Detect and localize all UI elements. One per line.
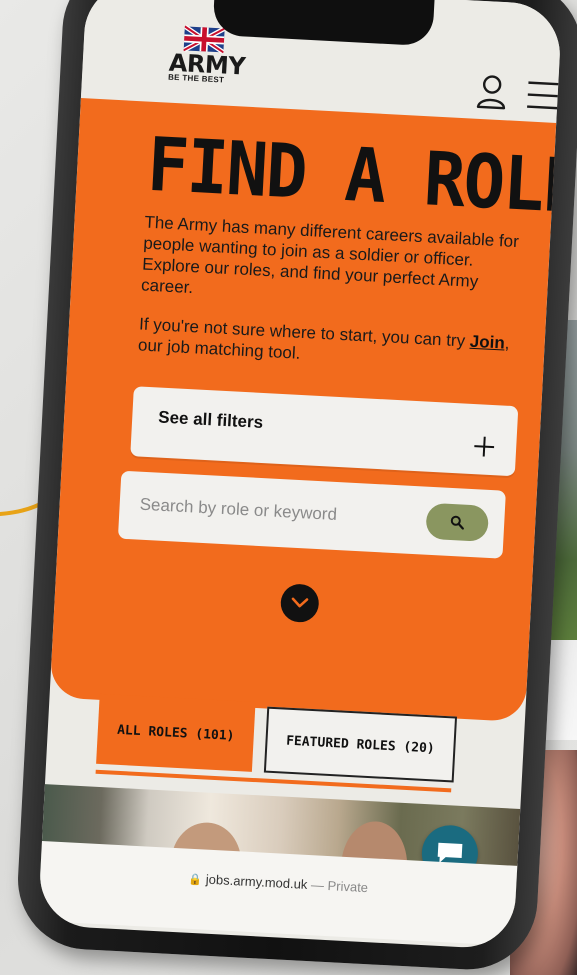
see-all-filters-button[interactable]: See all filters (130, 386, 519, 477)
plus-icon (474, 436, 495, 457)
search-bar (117, 470, 506, 559)
role-tabs: ALL ROLES (101) FEATURED ROLES (20) (95, 693, 479, 804)
url-display: 🔒 jobs.army.mod.uk — Private (188, 871, 369, 895)
account-icon[interactable] (475, 73, 509, 111)
scroll-down-button[interactable] (279, 583, 320, 624)
search-input[interactable] (138, 489, 411, 534)
phone-screen: ARMY BE THE BEST FIND A ROLE The Army ha… (37, 0, 563, 950)
hamburger-menu-icon[interactable] (527, 79, 563, 111)
filters-label: See all filters (157, 407, 264, 432)
tab-featured-roles[interactable]: FEATURED ROLES (20) (263, 706, 458, 783)
url-domain: jobs.army.mod.uk (205, 871, 308, 892)
hero-join-text: If you're not sure where to start, you c… (138, 313, 530, 375)
search-button[interactable] (425, 502, 490, 542)
join-link[interactable]: Join (469, 332, 505, 353)
phone: ARMY BE THE BEST FIND A ROLE The Army ha… (14, 0, 577, 973)
browsing-mode: — Private (310, 877, 369, 896)
search-icon (450, 515, 464, 530)
lock-icon: 🔒 (187, 873, 203, 887)
tab-all-roles[interactable]: ALL ROLES (101) (96, 693, 256, 772)
chevron-down-icon (291, 597, 309, 608)
hero-intro-text: The Army has many different careers avai… (140, 212, 520, 298)
hero-section: FIND A ROLE The Army has many different … (49, 98, 562, 723)
